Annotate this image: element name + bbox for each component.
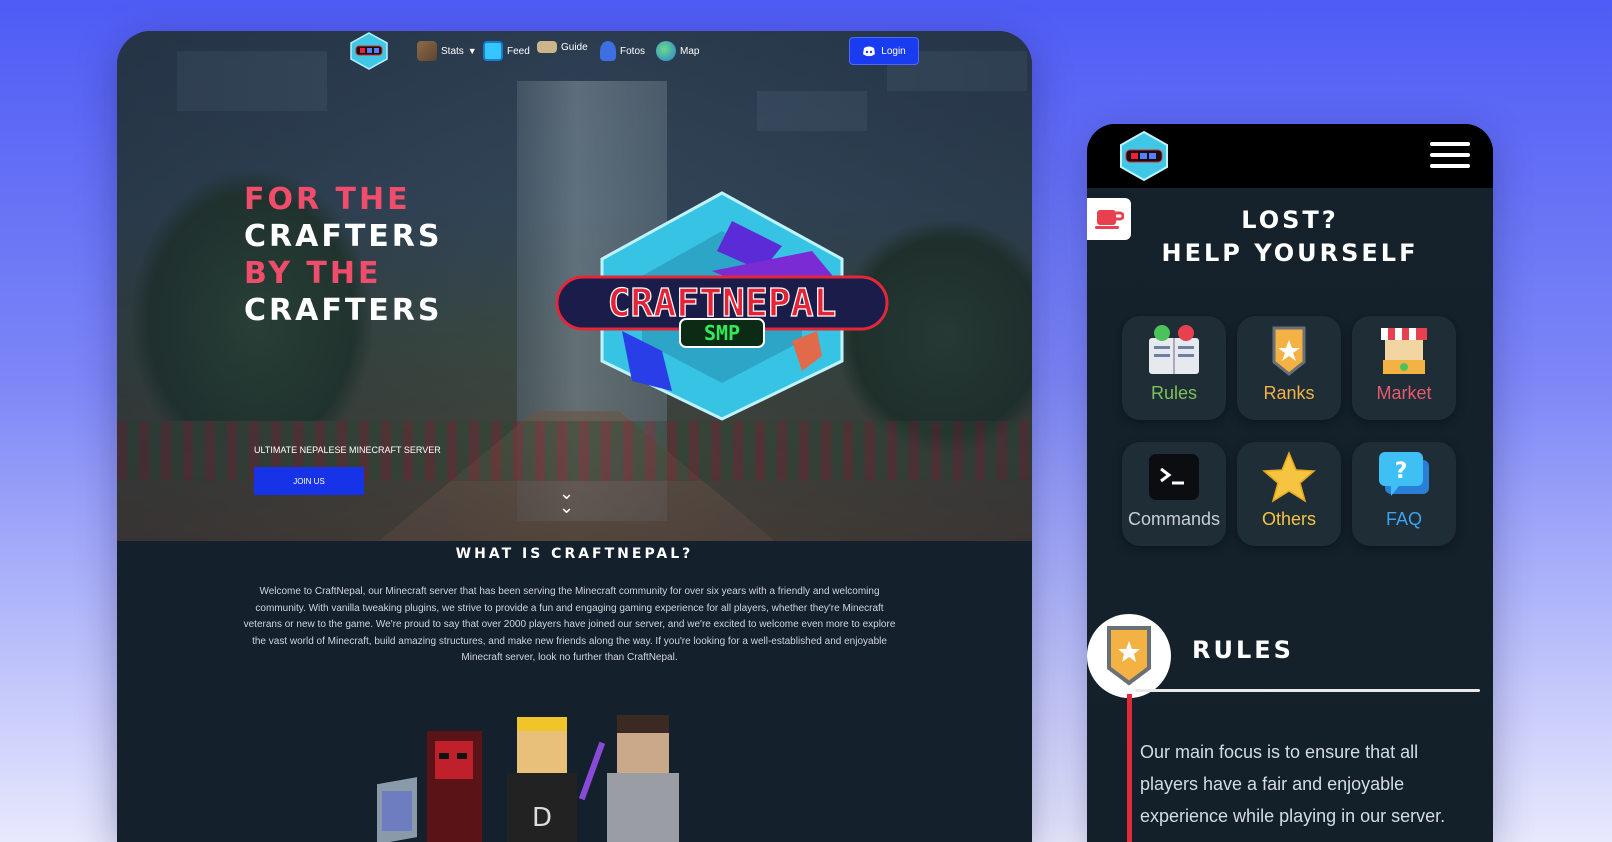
nav-map-label: Map [680,45,700,57]
login-button[interactable]: Login [849,37,919,65]
star-icon [1262,451,1316,503]
rank-badge-icon [1272,326,1306,376]
nav-fotos[interactable]: Fotos [600,41,645,61]
tile-rules-label: Rules [1150,383,1198,403]
hero-title-line: FOR THE [244,182,411,217]
book-icon [537,41,557,53]
tile-faq-label: FAQ [1385,509,1422,529]
rank-badge-icon [1107,626,1151,686]
rules-book-icon [1149,325,1199,374]
craftnepal-smp-logo: CRAFTNEPAL SMP [555,191,889,421]
nav-guide[interactable]: Guide [537,41,588,53]
nav-guide-label: Guide [561,41,588,53]
tile-others[interactable]: Others [1237,442,1341,546]
rules-timeline-line [1127,694,1132,842]
market-stall-icon [1381,328,1427,374]
tile-faq[interactable]: ? FAQ [1352,442,1456,546]
nav-stats-label: Stats [441,45,464,57]
hero-section: Stats ▼ Feed Guide Fotos Map Login FOR T… [117,31,1032,541]
tile-ranks-label: Ranks [1263,383,1315,403]
join-us-button[interactable]: JOIN US [254,467,364,495]
hero-title-line: CRAFTERS [244,293,443,328]
hero-title: FOR THE CRAFTERS BY THE CRAFTERS [244,181,443,329]
hero-title-line: CRAFTERS [244,219,443,254]
tile-rules[interactable]: Rules [1122,316,1226,420]
nav-fotos-label: Fotos [620,45,646,57]
nav-feed-label: Feed [507,45,530,57]
rules-badge-icon [1087,614,1171,698]
about-text: Welcome to CraftNepal, our Minecraft ser… [243,586,896,663]
tile-others-label: Others [1261,509,1317,529]
login-label: Login [881,45,906,57]
craftnepal-logo-icon[interactable] [347,31,391,71]
faq-bubble-icon: ? [1379,452,1429,496]
minecraft-characters-image: D [377,715,679,842]
hamburger-menu-icon[interactable] [1430,142,1470,172]
terminal-icon [1149,454,1199,500]
tile-commands-label: Commands [1127,509,1221,529]
nav-map[interactable]: Map [656,41,699,61]
shirt-graphic-icon: D [532,803,552,833]
scroll-down-icon[interactable]: ⌄ ⌄ [559,484,574,516]
chevron-down-icon: ▼ [467,46,477,56]
help-title-line1: LOST? [1241,206,1339,234]
tile-market-label: Market [1376,383,1432,403]
globe-icon [656,41,676,61]
tile-market[interactable]: Market [1352,316,1456,420]
tile-commands[interactable]: Commands [1122,442,1226,546]
rules-divider [1135,689,1480,692]
hero-tagline: ULTIMATE NEPALESE MINECRAFT SERVER [254,445,441,455]
about-title: WHAT IS CRAFTNEPAL? [455,546,694,562]
help-title-line2: HELP YOURSELF [1161,239,1419,267]
hero-title-line: BY THE [244,256,382,291]
rules-text: Our main focus is to ensure that all pla… [1140,742,1446,826]
mobile-header [1087,124,1493,188]
desktop-preview: Stats ▼ Feed Guide Fotos Map Login FOR T… [117,31,1032,842]
pickaxe-icon [417,41,437,61]
mobile-preview: LOST? HELP YOURSELF Rules Ranks Market C… [1087,124,1493,842]
craftnepal-logo-icon[interactable] [1117,130,1171,182]
question-mark-icon: ? [1395,459,1408,484]
tile-ranks[interactable]: Ranks [1237,316,1341,420]
logo-badge-text: SMP [704,321,740,345]
nav-feed[interactable]: Feed [483,41,530,61]
nav-stats[interactable]: Stats ▼ [417,41,477,61]
help-title: LOST? HELP YOURSELF [1087,204,1493,270]
discord-icon [863,46,876,56]
feed-icon [483,41,503,61]
camera-icon [600,41,616,61]
rules-heading: RULES [1192,636,1294,664]
